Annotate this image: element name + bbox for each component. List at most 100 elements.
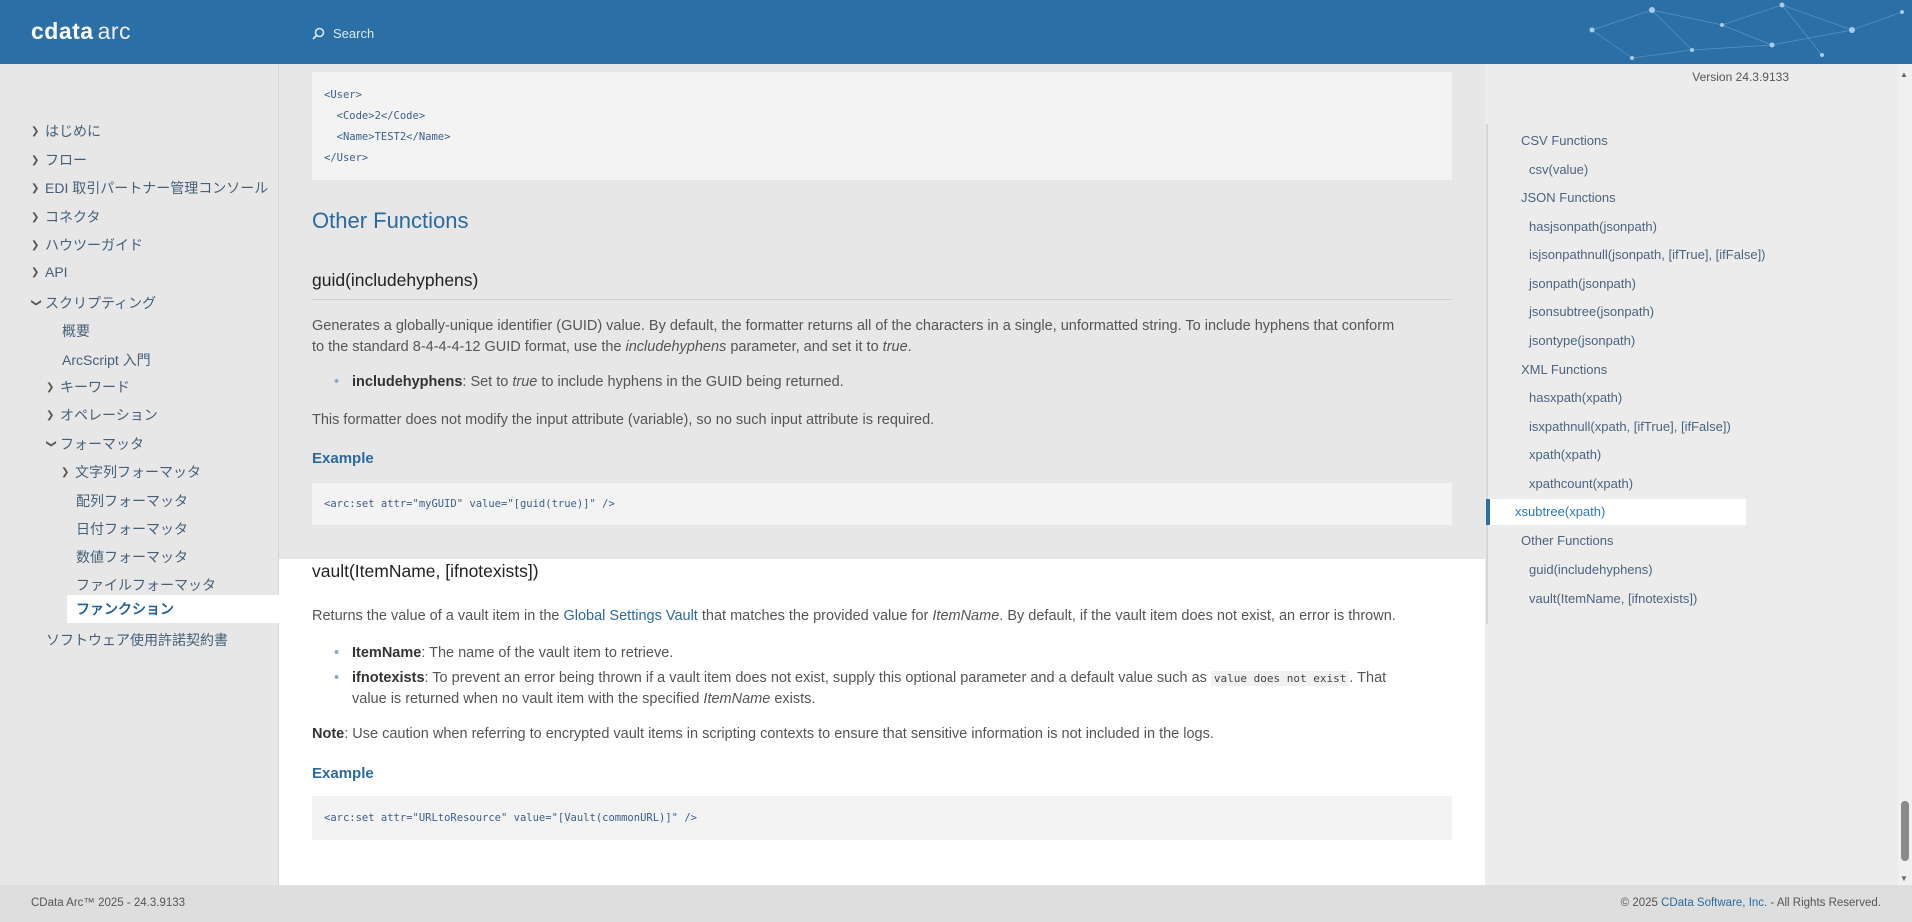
page-scrollbar[interactable]: ▲ ▼ (1898, 64, 1912, 885)
guid-description-line1: Generates a globally-unique identifier (… (312, 318, 1395, 334)
value-ref: true (882, 339, 908, 355)
note-label: Note (312, 726, 345, 742)
text-span: parameter, and set it to (726, 339, 883, 355)
toc-item-csv-functions[interactable]: CSV Functions (1521, 133, 1608, 148)
code-line: </User> (324, 152, 369, 164)
divider (312, 299, 1452, 300)
bullet-dot: • (334, 670, 340, 686)
sidebar-item-license[interactable]: ソフトウェア使用許諾契約書 (46, 630, 228, 650)
text-span: value is returned when no vault item wit… (352, 691, 704, 707)
text-span: exists. (770, 691, 816, 707)
toc-item-hasxpath[interactable]: hasxpath(xpath) (1529, 390, 1622, 405)
text-span: . (907, 339, 912, 355)
footer-copyright: © 2025 CData Software, Inc. - All Rights… (1621, 897, 1881, 909)
chevron-right-icon: ❯ (46, 409, 55, 421)
search-box[interactable]: Search (312, 26, 374, 41)
sidebar-item-number-formatters[interactable]: 数値フォーマッタ (76, 547, 188, 567)
sidebar-item-arcscript-intro[interactable]: ArcScript 入門 (62, 350, 151, 370)
cdata-arc-logo[interactable]: cdata arc (31, 18, 131, 45)
sidebar-item-keywords[interactable]: ❯ キーワード (46, 377, 130, 397)
text-span: : The name of the vault item to retrieve… (421, 645, 674, 661)
toc-item-xml-functions[interactable]: XML Functions (1521, 362, 1607, 377)
guid-heading: guid(includehyphens) (312, 270, 479, 290)
logo-brand: cdata (31, 18, 94, 44)
vault-code-block: <arc:set attr="URLtoResource" value="[Va… (312, 796, 1452, 840)
guid-note: This formatter does not modify the input… (312, 412, 935, 428)
vault-description: Returns the value of a vault item in the… (312, 608, 1396, 624)
sidebar-item-overview[interactable]: 概要 (62, 321, 90, 341)
text-span: to the standard 8-4-4-4-12 GUID format, … (312, 339, 626, 355)
sidebar-item-label: はじめに (45, 123, 101, 139)
global-settings-vault-link[interactable]: Global Settings Vault (563, 608, 697, 624)
sidebar-item-label: フォーマッタ (60, 436, 144, 452)
sidebar-item-scripting[interactable]: ❯ スクリプティング (31, 293, 157, 313)
param-ref: ItemName (932, 608, 1000, 624)
chevron-down-icon: ❯ (45, 439, 57, 448)
sidebar-item-label: ソフトウェア使用許諾契約書 (46, 632, 228, 648)
toc-item-jsonpath[interactable]: jsonpath(jsonpath) (1529, 276, 1636, 291)
chevron-right-icon: ❯ (31, 211, 40, 223)
toc-item-jsonsubtree[interactable]: jsonsubtree(jsonpath) (1529, 304, 1654, 319)
sidebar-item-getting-started[interactable]: ❯ はじめに (31, 121, 101, 141)
page-toc (1486, 64, 1912, 885)
chevron-right-icon: ❯ (31, 125, 40, 137)
guid-example-heading: Example (312, 450, 374, 467)
scrollbar-thumb[interactable] (1901, 801, 1909, 861)
sidebar-item-string-formatters[interactable]: ❯ 文字列フォーマッタ (61, 462, 201, 482)
toc-item-xsubtree[interactable]: xsubtree(xpath) (1486, 499, 1746, 525)
code-line: <Name>TEST2</Name> (324, 131, 451, 143)
bullet-dot: • (334, 645, 340, 661)
chevron-right-icon: ❯ (31, 182, 40, 194)
param-name: ItemName (352, 645, 422, 661)
sidebar-item-flow[interactable]: ❯ フロー (31, 150, 87, 170)
sidebar-item-label: スクリプティング (45, 295, 157, 311)
toc-item-isxpathnull[interactable]: isxpathnull(xpath, [ifTrue], [ifFalse]) (1529, 419, 1731, 434)
sidebar-item-label: コネクタ (45, 209, 101, 225)
sidebar-item-edi-console[interactable]: ❯ EDI 取引パートナー管理コンソール (31, 178, 268, 198)
code-line: <Code>2</Code> (324, 110, 426, 122)
text-span: Returns the value of a vault item in the (312, 608, 564, 624)
text-span: : Use caution when referring to encrypte… (344, 726, 1214, 742)
param-ref: ItemName (703, 691, 771, 707)
sidebar-item-howto[interactable]: ❯ ハウツーガイド (31, 235, 143, 255)
bullet-dot: • (334, 374, 340, 390)
guid-description-line2: to the standard 8-4-4-4-12 GUID format, … (312, 339, 912, 355)
guid-param-item: • includehyphens: Set to true to include … (334, 374, 844, 390)
sidebar-item-functions[interactable]: ファンクション (67, 595, 279, 623)
vault-note: Note: Use caution when referring to encr… (312, 726, 1214, 742)
scroll-up-icon[interactable]: ▲ (1900, 70, 1908, 79)
sidebar-item-file-formatters[interactable]: ファイルフォーマッタ (76, 575, 216, 595)
scroll-down-icon[interactable]: ▼ (1900, 874, 1908, 883)
toc-item-jsontype[interactable]: jsontype(jsonpath) (1529, 333, 1635, 348)
xml-code-block: <User> <Code>2</Code> <Name>TEST2</Name>… (312, 72, 1452, 180)
param-ref: includehyphens (625, 339, 727, 355)
sidebar-item-label: ファイルフォーマッタ (76, 577, 216, 593)
toc-item-guid[interactable]: guid(includehyphens) (1529, 562, 1653, 577)
sidebar-item-label: ファンクション (76, 601, 174, 617)
toc-item-vault[interactable]: vault(ItemName, [ifnotexists]) (1529, 591, 1697, 606)
sidebar-item-date-formatters[interactable]: 日付フォーマッタ (76, 519, 188, 539)
code-line: <arc:set attr="URLtoResource" value="[Va… (324, 812, 697, 824)
text-span: : Set to (462, 374, 513, 390)
toc-item-xpath[interactable]: xpath(xpath) (1529, 447, 1601, 462)
page-footer: CData Arc™ 2025 - 24.3.9133 © 2025 CData… (0, 885, 1912, 922)
vault-heading: vault(ItemName, [ifnotexists]) (312, 561, 539, 581)
toc-item-csv[interactable]: csv(value) (1529, 162, 1588, 177)
sidebar-item-array-formatters[interactable]: 配列フォーマッタ (76, 491, 188, 511)
toc-item-other-functions[interactable]: Other Functions (1521, 533, 1614, 548)
toc-item-isjsonpathnull[interactable]: isjsonpathnull(jsonpath, [ifTrue], [ifFa… (1529, 247, 1766, 262)
sidebar-item-label: 文字列フォーマッタ (75, 464, 201, 480)
sidebar-item-label: 日付フォーマッタ (76, 521, 188, 537)
toc-item-json-functions[interactable]: JSON Functions (1521, 190, 1616, 205)
sidebar-item-label: ハウツーガイド (45, 237, 143, 253)
sidebar-item-formatters[interactable]: ❯ フォーマッタ (45, 434, 145, 454)
text-span: to include hyphens in the GUID being ret… (537, 374, 844, 390)
sidebar-item-label: ArcScript 入門 (62, 352, 151, 368)
toc-item-xpathcount[interactable]: xpathcount(xpath) (1529, 476, 1633, 491)
param-name: ifnotexists (352, 670, 425, 686)
sidebar-item-api[interactable]: ❯ API (31, 264, 68, 280)
sidebar-item-operations[interactable]: ❯ オペレーション (46, 405, 158, 425)
cdata-software-link[interactable]: CData Software, Inc. (1661, 897, 1767, 909)
sidebar-item-connectors[interactable]: ❯ コネクタ (31, 207, 100, 227)
toc-item-hasjsonpath[interactable]: hasjsonpath(jsonpath) (1529, 219, 1657, 234)
